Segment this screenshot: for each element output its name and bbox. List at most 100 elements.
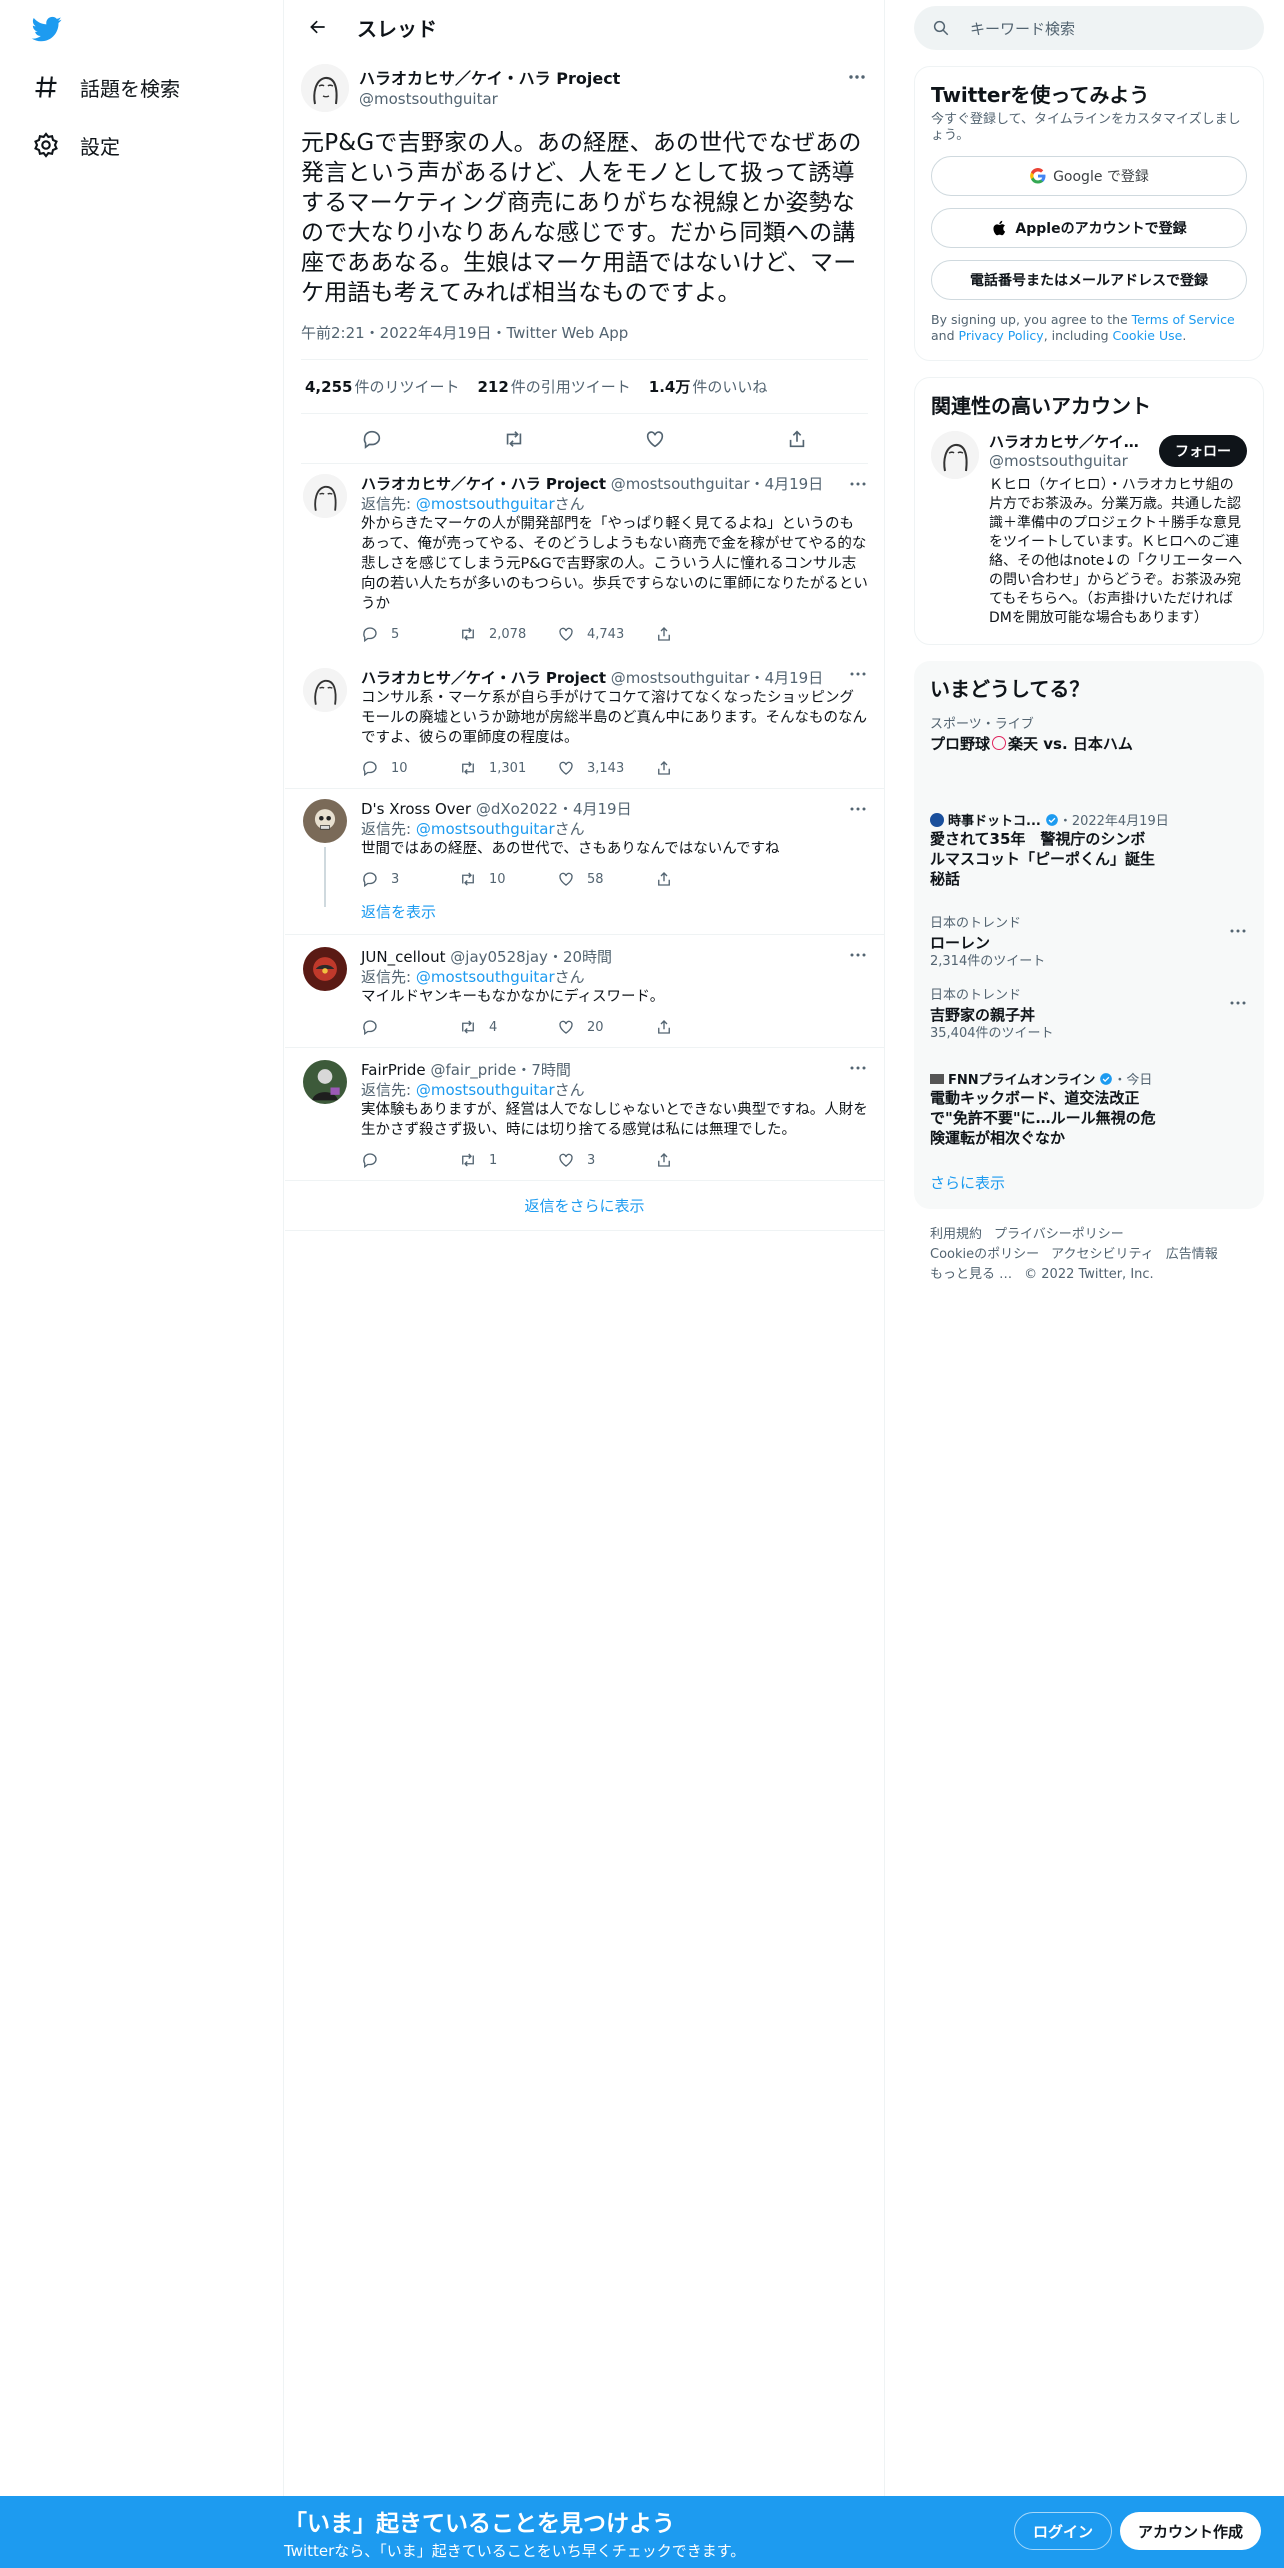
- footer-more-link[interactable]: もっと見る …: [930, 1267, 1012, 1282]
- tweet-timestamp[interactable]: 午前2:21・2022年4月19日・Twitter Web App: [301, 322, 868, 360]
- reply-tweet[interactable]: JUN_cellout @jay0528jay・20時間 返信先: @mosts…: [285, 935, 884, 1048]
- avatar[interactable]: [303, 1060, 347, 1104]
- retweet-button[interactable]: 1,301: [459, 759, 557, 777]
- retweet-icon[interactable]: [503, 428, 525, 450]
- reply-tweet[interactable]: ハラオカヒサ／ケイ・ハラ Project @mostsouthguitar・4月…: [285, 464, 884, 654]
- more-options-icon[interactable]: [846, 68, 868, 86]
- search-bar[interactable]: キーワード検索: [914, 6, 1264, 50]
- back-arrow-icon[interactable]: [301, 10, 335, 44]
- reply-author-name[interactable]: D's Xross Over: [361, 800, 471, 818]
- reply-time[interactable]: ・4月19日: [750, 475, 824, 493]
- like-button[interactable]: 20: [557, 1018, 655, 1036]
- reply-author-handle[interactable]: @jay0528jay: [450, 948, 548, 966]
- more-options-icon[interactable]: [848, 801, 868, 817]
- footer-accessibility-link[interactable]: アクセシビリティ: [1051, 1247, 1154, 1262]
- trend-news-item[interactable]: FNNプライムオンライン ・今日 電動キックボード、道交法改正で"免許不要"に……: [914, 1053, 1264, 1158]
- author-name[interactable]: ハラオカヒサ／ケイ・ハラ Project: [359, 69, 620, 89]
- follow-button[interactable]: フォロー: [1159, 435, 1247, 467]
- footer-cookie-link[interactable]: Cookieのポリシー: [930, 1247, 1039, 1262]
- reply-author-handle[interactable]: @mostsouthguitar: [611, 475, 750, 493]
- reply-author-name[interactable]: ハラオカヒサ／ケイ・ハラ Project: [361, 669, 606, 687]
- reply-button[interactable]: [361, 1151, 459, 1169]
- share-button[interactable]: [655, 759, 753, 777]
- privacy-link[interactable]: Privacy Policy: [959, 328, 1044, 343]
- google-signup-button[interactable]: Google で登録: [931, 156, 1247, 196]
- trend-item[interactable]: 日本のトレンド 吉野家の親子丼 35,404件のツイート: [914, 981, 1264, 1053]
- show-more-trends-link[interactable]: さらに表示: [914, 1158, 1264, 1209]
- footer-terms-link[interactable]: 利用規約: [930, 1227, 982, 1242]
- share-button[interactable]: [655, 625, 753, 643]
- avatar[interactable]: [303, 947, 347, 991]
- share-button[interactable]: [655, 1018, 753, 1036]
- retweet-button[interactable]: 2,078: [459, 625, 557, 643]
- avatar[interactable]: [931, 431, 979, 479]
- like-icon[interactable]: [644, 428, 666, 450]
- search-input[interactable]: キーワード検索: [970, 18, 1075, 39]
- reply-button[interactable]: [361, 1018, 459, 1036]
- reply-author-handle[interactable]: @mostsouthguitar: [611, 669, 750, 687]
- reply-time[interactable]: ・7時間: [516, 1061, 571, 1079]
- show-more-replies-link[interactable]: 返信をさらに表示: [285, 1181, 884, 1231]
- avatar[interactable]: [301, 64, 349, 112]
- reply-author-name[interactable]: FairPride: [361, 1061, 426, 1079]
- nav-explore[interactable]: 話題を検索: [32, 67, 180, 107]
- show-replies-link[interactable]: 返信を表示: [285, 899, 884, 935]
- reply-to-link[interactable]: @mostsouthguitar: [416, 968, 555, 986]
- twitter-logo-icon[interactable]: [30, 14, 64, 44]
- reply-time[interactable]: ・20時間: [548, 948, 612, 966]
- avatar[interactable]: [303, 668, 347, 712]
- cookie-use-link[interactable]: Cookie Use: [1113, 328, 1183, 343]
- quotes-stat[interactable]: 212 件の引用ツイート: [477, 376, 630, 397]
- reply-button[interactable]: 3: [361, 870, 459, 888]
- phone-email-signup-button[interactable]: 電話番号またはメールアドレスで登録: [931, 260, 1247, 300]
- more-options-icon[interactable]: [848, 476, 868, 492]
- author-handle[interactable]: @mostsouthguitar: [359, 89, 620, 109]
- trend-news-item[interactable]: 時事ドットコ... ・2022年4月19日 愛されて35年 警視庁のシンボルマス…: [914, 764, 1264, 899]
- like-button[interactable]: 58: [557, 870, 655, 888]
- trend-item[interactable]: スポーツ・ライブ プロ野球 楽天 vs. 日本ハム: [914, 706, 1264, 764]
- reply-tweet[interactable]: ハラオカヒサ／ケイ・ハラ Project @mostsouthguitar・4月…: [285, 654, 884, 789]
- reply-tweet[interactable]: FairPride @fair_pride・7時間 返信先: @mostsout…: [285, 1048, 884, 1181]
- share-icon[interactable]: [786, 428, 808, 450]
- reply-tweet[interactable]: D's Xross Over @dXo2022・4月19日 返信先: @most…: [285, 789, 884, 907]
- more-options-icon[interactable]: [848, 947, 868, 963]
- avatar[interactable]: [303, 799, 347, 843]
- reply-author-handle[interactable]: @fair_pride: [430, 1061, 516, 1079]
- create-account-button[interactable]: アカウント作成: [1120, 2512, 1262, 2550]
- more-options-icon[interactable]: [1228, 995, 1248, 1011]
- reply-author-handle[interactable]: @dXo2022: [476, 800, 558, 818]
- terms-link[interactable]: Terms of Service: [1132, 312, 1235, 327]
- like-button[interactable]: 4,743: [557, 625, 655, 643]
- trend-item[interactable]: 日本のトレンド ローレン 2,314件のツイート: [914, 899, 1264, 981]
- reply-button[interactable]: 10: [361, 759, 459, 777]
- avatar[interactable]: [303, 474, 347, 518]
- reply-author-name[interactable]: ハラオカヒサ／ケイ・ハラ Project: [361, 475, 606, 493]
- reply-author-name[interactable]: JUN_cellout: [361, 948, 446, 966]
- reply-time[interactable]: ・4月19日: [558, 800, 632, 818]
- reply-to-link[interactable]: @mostsouthguitar: [416, 1081, 555, 1099]
- retweet-button[interactable]: 10: [459, 870, 557, 888]
- more-options-icon[interactable]: [1228, 923, 1248, 939]
- nav-settings[interactable]: 設定: [32, 125, 120, 165]
- apple-signup-button[interactable]: Appleのアカウントで登録: [931, 208, 1247, 248]
- retweets-stat[interactable]: 4,255 件のリツイート: [305, 376, 459, 397]
- reply-button[interactable]: 5: [361, 625, 459, 643]
- like-button[interactable]: 3: [557, 1151, 655, 1169]
- reply-icon[interactable]: [361, 428, 383, 450]
- more-options-icon[interactable]: [848, 1060, 868, 1076]
- reply-time[interactable]: ・4月19日: [750, 669, 824, 687]
- share-button[interactable]: [655, 870, 753, 888]
- share-button[interactable]: [655, 1151, 753, 1169]
- more-options-icon[interactable]: [848, 666, 868, 682]
- likes-stat[interactable]: 1.4万 件のいいね: [649, 376, 768, 397]
- retweet-button[interactable]: 1: [459, 1151, 557, 1169]
- reply-to-link[interactable]: @mostsouthguitar: [416, 820, 555, 838]
- footer-ads-link[interactable]: 広告情報: [1166, 1247, 1218, 1262]
- footer-privacy-link[interactable]: プライバシーポリシー: [994, 1227, 1124, 1242]
- like-button[interactable]: 3,143: [557, 759, 655, 777]
- reply-to-link[interactable]: @mostsouthguitar: [416, 495, 555, 513]
- relevant-account[interactable]: ハラオカヒサ／ケイ・ハラ Project @mostsouthguitar Ｋヒ…: [915, 423, 1263, 644]
- relevant-account-name[interactable]: ハラオカヒサ／ケイ・ハラ Project: [989, 431, 1147, 452]
- login-button[interactable]: ログイン: [1014, 2512, 1113, 2550]
- retweet-button[interactable]: 4: [459, 1018, 557, 1036]
